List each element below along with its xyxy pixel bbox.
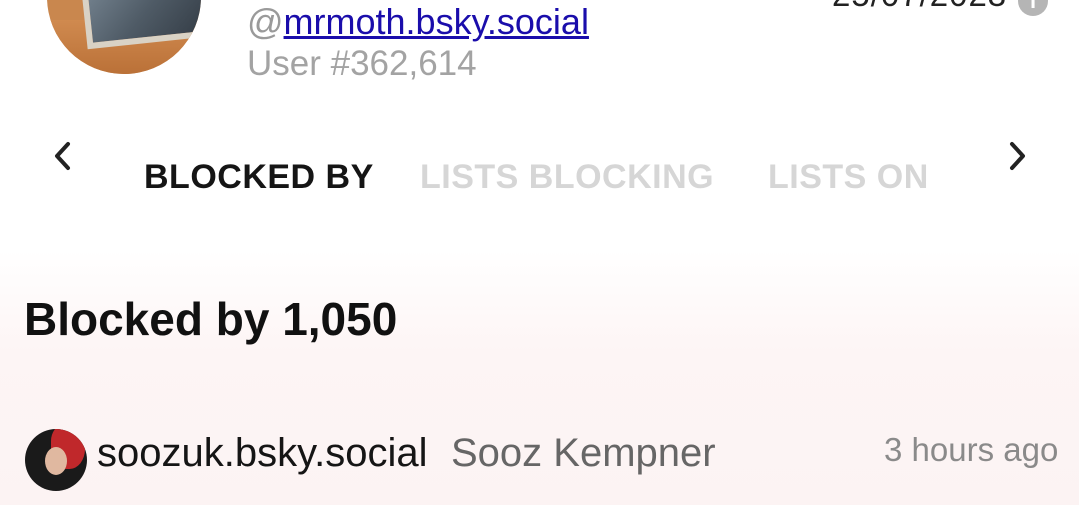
profile-date: 25/07/2023 [832, 0, 1007, 14]
chevron-left-icon[interactable] [48, 136, 80, 176]
chevron-right-icon[interactable] [1000, 136, 1032, 176]
avatar[interactable] [25, 429, 87, 491]
profile-handle-link[interactable]: mrmoth.bsky.social [284, 1, 589, 42]
profile-handle: @mrmoth.bsky.social [247, 1, 589, 43]
handle-at-sign: @ [247, 1, 284, 42]
list-item-timestamp: 3 hours ago [884, 431, 1059, 468]
blocked-by-count-title: Blocked by 1,050 [24, 293, 398, 345]
user-number: User #362,614 [247, 44, 477, 83]
list-item-display-name: Sooz Kempner [451, 431, 716, 475]
tab-blocked-by[interactable]: BLOCKED BY [144, 158, 374, 197]
avatar-face [45, 447, 67, 475]
info-icon[interactable]: i [1018, 0, 1048, 16]
profile-page: @mrmoth.bsky.social User #362,614 25/07/… [0, 0, 1079, 505]
list-item-handle[interactable]: soozuk.bsky.social [97, 431, 428, 476]
profile-avatar [47, 0, 201, 74]
tab-lists-on[interactable]: LISTS ON [768, 158, 929, 197]
tab-lists-blocking[interactable]: LISTS BLOCKING [420, 158, 714, 197]
